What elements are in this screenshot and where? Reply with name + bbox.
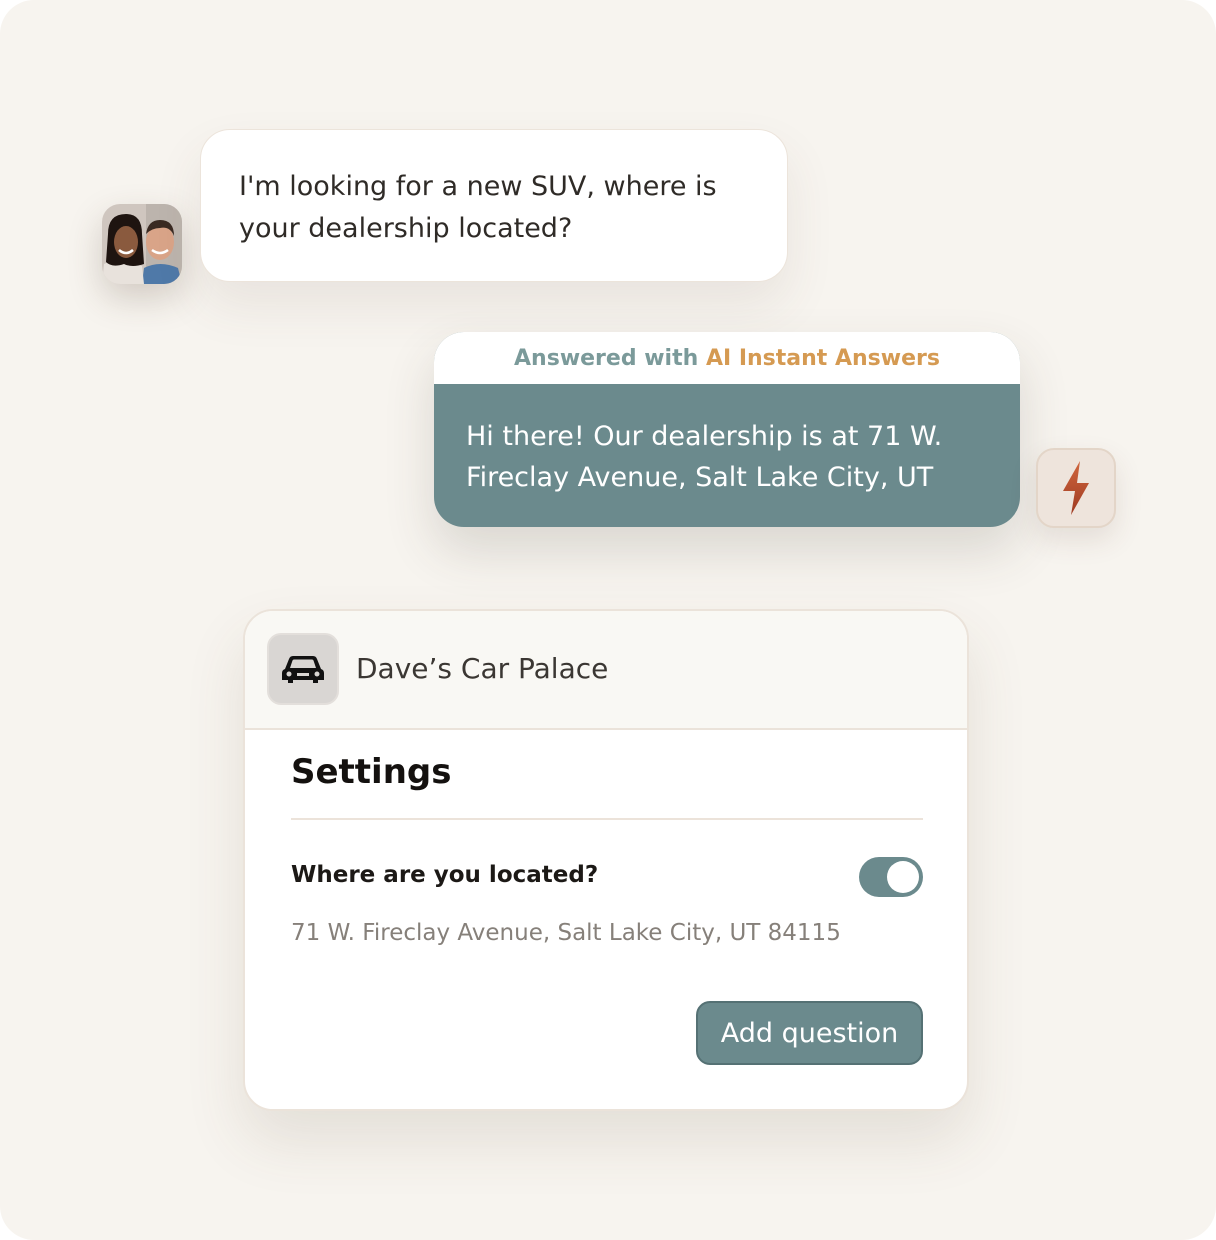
settings-divider [291, 818, 923, 820]
lightning-bolt-icon [1063, 461, 1089, 515]
customer-message-bubble: I'm looking for a new SUV, where is your… [200, 129, 788, 282]
ai-reply-header: Answered with AI Instant Answers [434, 332, 1020, 384]
toggle-knob [887, 861, 919, 893]
customer-message-text: I'm looking for a new SUV, where is your… [239, 171, 717, 244]
ai-header-brand: AI Instant Answers [705, 345, 940, 371]
couple-avatar-icon [102, 204, 182, 284]
ai-header-prefix: Answered with [514, 345, 699, 371]
settings-title: Settings [291, 752, 452, 792]
ai-reply-card: Answered with AI Instant Answers Hi ther… [434, 332, 1020, 527]
card-header: Dave’s Car Palace [245, 611, 967, 730]
canvas-frame: I'm looking for a new SUV, where is your… [0, 0, 1216, 1240]
faq-question: Where are you located? [291, 862, 599, 888]
customer-avatar [102, 204, 182, 284]
ai-reply-text: Hi there! Our dealership is at 71 W. Fir… [466, 421, 943, 493]
faq-enabled-toggle[interactable] [859, 857, 923, 897]
business-icon-tile [267, 633, 339, 705]
settings-card: Dave’s Car Palace Settings Where are you… [243, 609, 969, 1111]
business-name: Dave’s Car Palace [356, 652, 609, 685]
car-icon [282, 656, 324, 683]
faq-answer: 71 W. Fireclay Avenue, Salt Lake City, U… [291, 920, 841, 946]
ai-bot-badge [1036, 448, 1116, 528]
add-question-button[interactable]: Add question [696, 1001, 923, 1065]
